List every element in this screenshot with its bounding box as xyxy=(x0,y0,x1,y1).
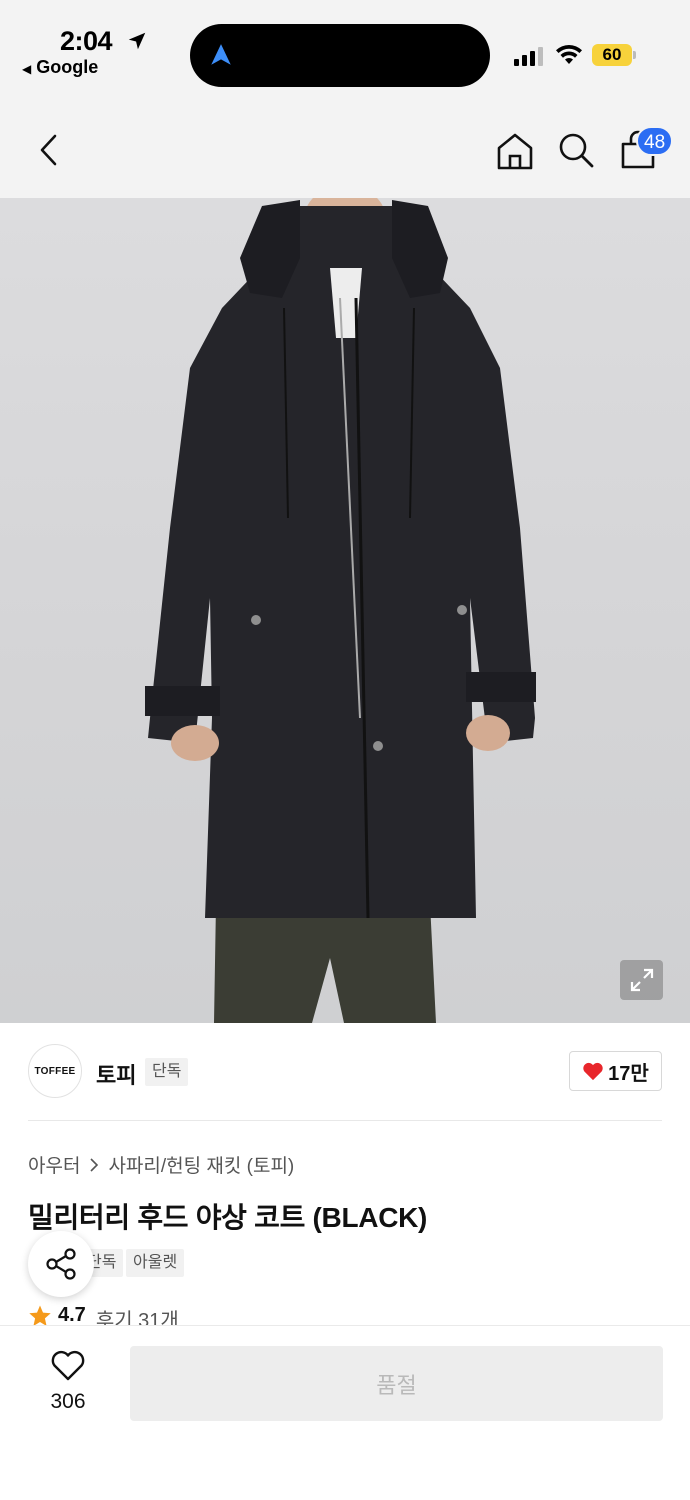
dynamic-island xyxy=(190,24,490,87)
review-count: 후기 31개 xyxy=(95,1310,179,1326)
product-image[interactable] xyxy=(0,198,690,1023)
back-triangle-icon: ◀ xyxy=(22,62,32,76)
share-icon xyxy=(46,1248,76,1280)
breadcrumb-item-category[interactable]: 사파리/헌팅 재킷 (토피) xyxy=(108,1151,294,1178)
sold-out-button[interactable]: 품절 xyxy=(130,1346,663,1421)
rating-value: 4.7 xyxy=(58,1304,86,1326)
location-arrow-icon xyxy=(128,32,146,50)
back-to-app-link[interactable]: ◀ Google xyxy=(22,57,98,78)
search-button[interactable] xyxy=(556,130,596,170)
brand-logo[interactable]: TOFFEE xyxy=(28,1044,82,1098)
chevron-left-icon xyxy=(40,134,57,166)
wifi-icon xyxy=(556,44,582,64)
brand-like-count: 17만 xyxy=(608,1062,649,1085)
battery-tip xyxy=(633,51,636,59)
share-button[interactable] xyxy=(28,1231,94,1297)
expand-icon xyxy=(630,968,653,992)
wishlist-count: 306 xyxy=(50,1390,86,1413)
star-icon xyxy=(29,1305,51,1326)
divider xyxy=(28,1120,662,1121)
product-tag-outlet: 아울렛 xyxy=(126,1249,185,1277)
status-time: 2:04 xyxy=(60,26,113,56)
back-button[interactable] xyxy=(26,128,70,172)
back-app-label: Google xyxy=(36,57,99,77)
product-title: 밀리터리 후드 야상 코트 (BLACK) xyxy=(28,1202,428,1233)
heart-outline-icon[interactable] xyxy=(50,1350,86,1382)
brand-like-button[interactable]: 17만 xyxy=(569,1051,662,1091)
battery-indicator: 60 xyxy=(592,44,632,66)
heart-filled-icon xyxy=(583,1062,603,1081)
cart-count-badge: 48 xyxy=(636,126,674,156)
breadcrumb-item-outer[interactable]: 아우터 xyxy=(28,1151,80,1178)
search-icon xyxy=(559,133,594,168)
navigation-arrow-icon xyxy=(211,44,231,65)
brand-name[interactable]: 토피 xyxy=(96,1058,136,1090)
chevron-right-icon xyxy=(90,1157,99,1172)
rating-row[interactable]: 4.7 후기 31개 xyxy=(28,1304,179,1326)
coat-photo xyxy=(145,198,536,1023)
home-button[interactable] xyxy=(494,130,536,172)
brand-exclusive-tag: 단독 xyxy=(145,1058,189,1086)
breadcrumb: 아우터 사파리/헌팅 재킷 (토피) xyxy=(28,1151,294,1178)
expand-image-button[interactable] xyxy=(620,960,663,1000)
cellular-signal-icon xyxy=(514,47,543,66)
home-icon xyxy=(497,133,533,170)
